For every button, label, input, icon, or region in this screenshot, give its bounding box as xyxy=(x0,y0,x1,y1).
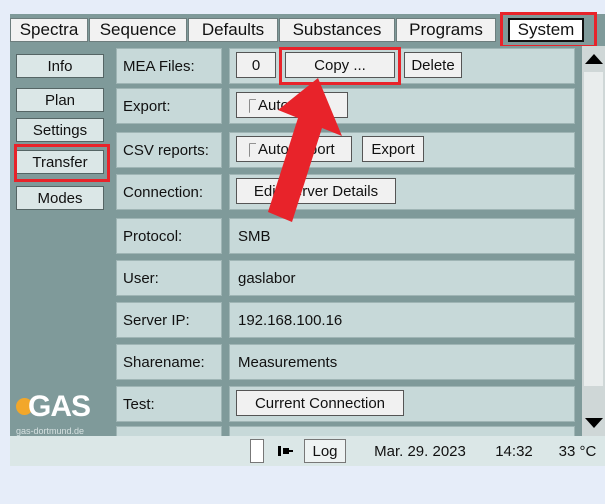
scroll-down-icon[interactable] xyxy=(585,418,603,428)
checkbox-icon: ⎾ xyxy=(243,98,257,114)
row-test: Test: Current Connection xyxy=(112,384,582,424)
csv-export-button[interactable]: Export xyxy=(362,136,424,162)
row-protocol: Protocol: SMB xyxy=(112,216,582,256)
logo-website: gas-dortmund.de xyxy=(16,426,85,436)
mea-files-label: MEA Files: xyxy=(116,48,222,84)
user-label: User: xyxy=(116,260,222,296)
sidebar: Info Plan Settings Transfer Modes GAS ga… xyxy=(10,46,112,436)
partial-value-cell xyxy=(229,426,575,436)
row-server-ip: Server IP: 192.168.100.16 xyxy=(112,300,582,340)
status-date: Mar. 29. 2023 xyxy=(374,442,466,460)
sharename-value: Measurements xyxy=(229,344,575,380)
csv-reports-label: CSV reports: xyxy=(116,132,222,168)
row-export: Export: ⎾ Automatic xyxy=(112,86,582,126)
sidebar-item-info[interactable]: Info xyxy=(16,54,104,78)
tab-programs[interactable]: Programs xyxy=(396,18,496,42)
partial-label-cell xyxy=(116,426,222,436)
status-bar: Log Mar. 29. 2023 14:32 33 °C xyxy=(10,436,605,466)
vertical-scrollbar[interactable] xyxy=(582,46,605,436)
tab-system[interactable]: System xyxy=(508,18,584,42)
tab-bar: Spectra Sequence Defaults Substances Pro… xyxy=(10,14,605,46)
user-value: gaslabor xyxy=(229,260,575,296)
auto-export-label: Auto export xyxy=(258,140,335,158)
automatic-label: Automatic xyxy=(258,96,325,114)
server-ip-label: Server IP: xyxy=(116,302,222,338)
copy-button[interactable]: Copy ... xyxy=(285,52,395,78)
app-screen: Spectra Sequence Defaults Substances Pro… xyxy=(0,0,605,466)
scroll-thumb[interactable] xyxy=(584,72,603,386)
row-csv-reports: CSV reports: ⎾ Auto export Export xyxy=(112,130,582,170)
export-label: Export: xyxy=(116,88,222,124)
row-mea-files: MEA Files: 0 Copy ... Delete xyxy=(112,46,582,86)
status-temperature: 33 °C xyxy=(558,442,597,460)
row-user: User: gaslabor xyxy=(112,258,582,298)
connection-label: Connection: xyxy=(116,174,222,210)
sidebar-item-modes[interactable]: Modes xyxy=(16,186,104,210)
sidebar-item-transfer[interactable]: Transfer xyxy=(16,150,104,174)
logo-text: GAS xyxy=(28,390,91,423)
protocol-label: Protocol: xyxy=(116,218,222,254)
checkbox-icon: ⎾ xyxy=(243,142,257,158)
edit-server-details-button[interactable]: Edit Server Details xyxy=(236,178,396,204)
mea-files-cell xyxy=(229,48,575,84)
log-button[interactable]: Log xyxy=(304,439,346,463)
row-connection: Connection: Edit Server Details xyxy=(112,172,582,212)
status-time: 14:32 xyxy=(495,442,533,460)
test-label: Test: xyxy=(116,386,222,422)
sidebar-item-plan[interactable]: Plan xyxy=(16,88,104,112)
delete-button[interactable]: Delete xyxy=(404,52,462,78)
transfer-panel: MEA Files: 0 Copy ... Delete Export: ⎾ A… xyxy=(112,46,582,436)
mea-files-count: 0 xyxy=(236,52,276,78)
protocol-value: SMB xyxy=(229,218,575,254)
row-sharename: Sharename: Measurements xyxy=(112,342,582,382)
server-ip-value: 192.168.100.16 xyxy=(229,302,575,338)
gas-logo: GAS gas-dortmund.de xyxy=(14,390,110,436)
sharename-label: Sharename: xyxy=(116,344,222,380)
tab-spectra[interactable]: Spectra xyxy=(10,18,88,42)
auto-export-toggle[interactable]: ⎾ Auto export xyxy=(236,136,352,162)
sidebar-item-settings[interactable]: Settings xyxy=(16,118,104,142)
row-partial xyxy=(112,424,582,436)
scroll-up-icon[interactable] xyxy=(585,54,603,64)
automatic-export-toggle[interactable]: ⎾ Automatic xyxy=(236,92,348,118)
tab-sequence[interactable]: Sequence xyxy=(89,18,187,42)
status-checkbox[interactable] xyxy=(250,439,264,463)
tab-defaults[interactable]: Defaults xyxy=(188,18,278,42)
tab-substances[interactable]: Substances xyxy=(279,18,395,42)
plug-icon xyxy=(274,439,296,463)
current-connection-button[interactable]: Current Connection xyxy=(236,390,404,416)
